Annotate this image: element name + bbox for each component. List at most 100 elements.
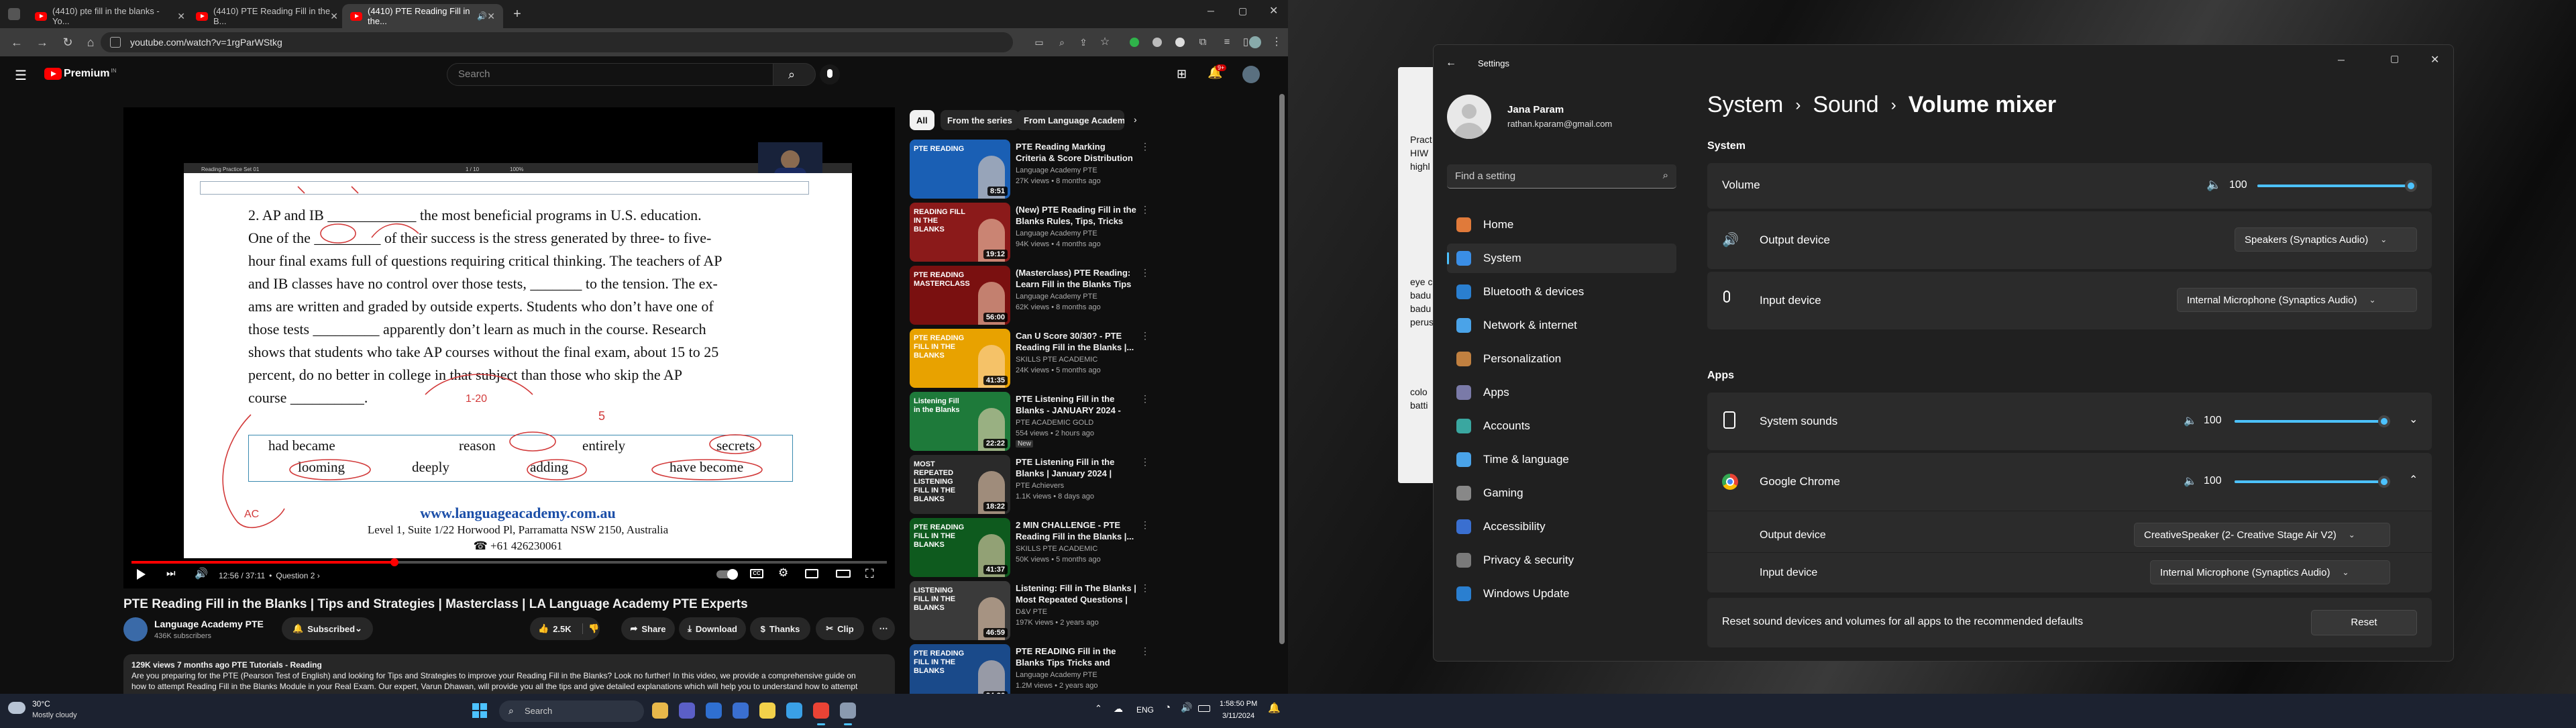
more-options-icon[interactable]: ⋮ — [1140, 141, 1150, 152]
zoom-icon[interactable]: ⌕ — [1055, 35, 1069, 50]
notification-center-icon[interactable]: 🔔 — [1268, 702, 1281, 714]
wifi-icon[interactable]: ◔ — [1165, 702, 1171, 713]
store-icon[interactable] — [786, 703, 802, 719]
close-icon[interactable]: ✕ — [177, 11, 185, 22]
progress-scrubber[interactable] — [390, 558, 398, 566]
more-options-icon[interactable]: ⋮ — [1140, 330, 1150, 342]
recommendation-title[interactable]: Can U Score 30/30? - PTE Reading Fill in… — [1016, 330, 1136, 353]
recommendation-channel[interactable]: Language Academy PTE — [1016, 166, 1097, 174]
master-volume-slider[interactable] — [2257, 180, 2417, 192]
settings-taskbar-icon[interactable] — [840, 703, 856, 719]
more-options-icon[interactable]: ⋮ — [1140, 645, 1150, 657]
cast-icon[interactable]: ▭ — [1032, 35, 1046, 50]
forward-icon[interactable]: → — [35, 35, 50, 50]
output-device-dropdown[interactable]: Speakers (Synaptics Audio) ⌄ — [2235, 227, 2417, 252]
recommendation-channel[interactable]: D&V PTE — [1016, 608, 1047, 616]
more-actions-button[interactable]: ⋯ — [872, 617, 895, 640]
youtube-logo[interactable]: Premium IN — [44, 68, 116, 80]
nav-item-gaming[interactable]: Gaming — [1447, 478, 1676, 508]
video-progress-bar[interactable] — [131, 558, 887, 566]
recommendation-item[interactable]: PTE READING 8:51 PTE Reading Marking Crite… — [910, 140, 1150, 201]
extensions-puzzle-icon[interactable]: ⧉ — [1195, 35, 1210, 50]
taskbar-search[interactable]: ⌕ Search — [499, 700, 644, 722]
chrome-output-dropdown[interactable]: CreativeSpeaker (2- Creative Stage Air V… — [2134, 523, 2390, 547]
tab-1[interactable]: (4410) pte fill in the blanks - Yo... ✕ — [27, 4, 193, 28]
close-window-button[interactable]: ✕ — [2430, 53, 2439, 66]
close-icon[interactable]: ✕ — [330, 11, 338, 22]
recommendation-channel[interactable]: Language Academy PTE — [1016, 229, 1097, 238]
breadcrumb-system[interactable]: System — [1707, 92, 1783, 118]
chips-next-icon[interactable]: › — [1134, 114, 1137, 125]
thanks-button[interactable]: $ Thanks — [750, 617, 810, 640]
play-button[interactable] — [137, 569, 146, 580]
teams-icon[interactable] — [679, 703, 695, 719]
nav-item-network-internet[interactable]: Network & internet — [1447, 311, 1676, 340]
chip-from-channel[interactable]: From Language Academ — [1017, 110, 1124, 130]
weather-icon[interactable] — [8, 702, 25, 714]
maximize-button[interactable]: ▢ — [1238, 5, 1247, 17]
youtube-search-input[interactable]: Search — [447, 63, 796, 86]
tab-2[interactable]: (4410) PTE Reading Fill in the B... ✕ — [188, 4, 346, 28]
battery-icon[interactable] — [1198, 705, 1210, 712]
channel-avatar[interactable] — [123, 617, 148, 641]
home-icon[interactable]: ⌂ — [83, 35, 98, 50]
channel-name[interactable]: Language Academy PTE — [154, 619, 264, 629]
recommendation-title[interactable]: (New) PTE Reading Fill in the Blanks Rul… — [1016, 204, 1136, 228]
recommendation-item[interactable]: READING FILL IN THE BLANKS 19:12 (New) PTE… — [910, 203, 1150, 264]
profile-avatar[interactable] — [1248, 35, 1263, 50]
nav-item-windows-update[interactable]: Windows Update — [1447, 579, 1676, 609]
create-icon[interactable]: ⊞ — [1177, 67, 1187, 81]
browser-menu-icon[interactable]: ⋮ — [1269, 35, 1284, 50]
site-info-icon[interactable] — [110, 37, 121, 48]
system-sounds-volume-slider[interactable] — [2235, 415, 2390, 427]
nav-item-personalization[interactable]: Personalization — [1447, 344, 1676, 374]
expand-chevron-icon[interactable]: ⌄ — [2409, 413, 2418, 426]
reset-button[interactable]: Reset — [2311, 610, 2417, 635]
autoplay-toggle[interactable] — [716, 569, 738, 580]
recommendation-channel[interactable]: SKILLS PTE ACADEMIC — [1016, 356, 1097, 364]
video-thumbnail[interactable]: PTE READING FILL IN THE BLANKS 41:35 — [910, 329, 1010, 388]
slider-knob[interactable] — [2405, 180, 2417, 192]
clock-date[interactable]: 3/11/2024 — [1222, 712, 1254, 720]
recommendation-title[interactable]: PTE Listening Fill in the Blanks - JANUA… — [1016, 393, 1136, 417]
close-window-button[interactable]: ✕ — [1269, 4, 1278, 17]
input-device-dropdown[interactable]: Internal Microphone (Synaptics Audio) ⌄ — [2177, 288, 2417, 312]
recommendation-item[interactable]: LISTENING FILL IN THE BLANKS 46:59 Listeni… — [910, 581, 1150, 643]
chip-from-series[interactable]: From the series — [941, 110, 1019, 130]
recommendation-title[interactable]: PTE READING Fill in the Blanks Tips Tric… — [1016, 645, 1136, 670]
video-thumbnail[interactable]: LISTENING FILL IN THE BLANKS 46:59 — [910, 581, 1010, 640]
reload-icon[interactable]: ↻ — [60, 35, 75, 50]
subtitles-icon[interactable]: CC — [750, 569, 763, 578]
user-avatar[interactable] — [1447, 95, 1491, 139]
volume-icon[interactable]: 🔊 — [195, 567, 208, 580]
more-options-icon[interactable]: ⋮ — [1140, 267, 1150, 278]
nav-item-home[interactable]: Home — [1447, 210, 1676, 240]
file-explorer-icon[interactable] — [652, 703, 668, 719]
voice-search-button[interactable] — [820, 64, 840, 85]
nav-item-accessibility[interactable]: Accessibility — [1447, 512, 1676, 541]
chat-icon[interactable] — [733, 703, 749, 719]
clip-button[interactable]: ✂ Clip — [816, 617, 864, 640]
share-button[interactable]: ➦ Share — [621, 617, 675, 640]
recommendation-item[interactable]: PTE READING FILL IN THE BLANKS 41:35 Can U… — [910, 329, 1150, 391]
download-button[interactable]: ⤓ Download — [679, 617, 746, 640]
tab-3[interactable]: (4410) PTE Reading Fill in the... 🔊 ✕ — [342, 4, 503, 28]
share-icon[interactable]: ⇪ — [1076, 35, 1091, 50]
language-indicator[interactable]: ENG — [1136, 705, 1154, 715]
maximize-button[interactable]: ▢ — [2390, 53, 2399, 64]
nav-item-accounts[interactable]: Accounts — [1447, 411, 1676, 441]
speaker-icon[interactable]: 🔈 — [2184, 414, 2197, 427]
recommendation-title[interactable]: PTE Reading Marking Criteria & Score Dis… — [1016, 141, 1136, 165]
recommendation-title[interactable]: PTE Listening Fill in the Blanks | Janua… — [1016, 456, 1136, 480]
video-thumbnail[interactable]: PTE READING FILL IN THE BLANKS 41:37 — [910, 518, 1010, 577]
tray-chevron-icon[interactable]: ⌃ — [1095, 703, 1102, 714]
recommendation-channel[interactable]: Language Academy PTE — [1016, 293, 1097, 301]
speaker-tray-icon[interactable]: 🔊 — [1181, 702, 1192, 713]
chrome-input-dropdown[interactable]: Internal Microphone (Synaptics Audio) ⌄ — [2150, 560, 2390, 584]
youtube-search-button[interactable]: ⌕ — [773, 63, 816, 86]
weather-temp[interactable]: 30°C — [32, 699, 50, 709]
onedrive-icon[interactable]: ☁ — [1114, 703, 1123, 715]
chapter-label[interactable]: Question 2 — [276, 571, 315, 580]
slider-knob[interactable] — [2378, 476, 2390, 488]
tab-search-icon[interactable] — [8, 8, 20, 20]
